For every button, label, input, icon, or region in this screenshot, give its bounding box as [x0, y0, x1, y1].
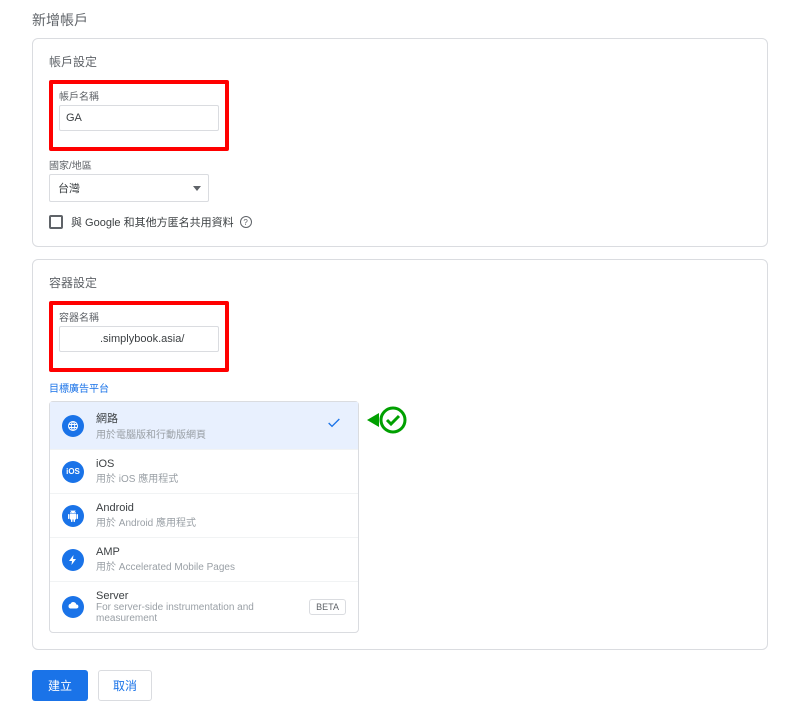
container-name-highlight: 容器名稱 [49, 301, 229, 372]
android-icon [62, 505, 84, 527]
platform-item-ios[interactable]: iOS iOS 用於 iOS 應用程式 [50, 450, 358, 494]
container-name-input[interactable] [59, 326, 219, 352]
target-platform-link[interactable]: 目標廣告平台 [49, 380, 751, 395]
account-name-input[interactable] [59, 105, 219, 131]
annotation-check-icon [367, 405, 411, 435]
check-icon [326, 415, 342, 436]
country-value: 台灣 [58, 180, 80, 196]
platform-item-web[interactable]: 網路 用於電腦版和行動版網頁 [50, 402, 358, 450]
container-name-label: 容器名稱 [59, 309, 219, 324]
platform-item-server[interactable]: Server For server-side instrumentation a… [50, 582, 358, 632]
share-data-checkbox[interactable] [49, 215, 63, 229]
platform-desc: 用於電腦版和行動版網頁 [96, 426, 346, 441]
account-name-highlight: 帳戶名稱 [49, 80, 229, 151]
account-section-title: 帳戶設定 [49, 53, 751, 70]
cancel-button[interactable]: 取消 [98, 670, 152, 701]
web-icon [62, 415, 84, 437]
country-label: 國家/地區 [49, 157, 751, 172]
ios-icon: iOS [62, 461, 84, 483]
platform-desc: 用於 Android 應用程式 [96, 514, 346, 529]
account-name-label: 帳戶名稱 [59, 88, 219, 103]
footer-actions: 建立 取消 [0, 662, 800, 709]
help-icon[interactable]: ? [240, 216, 252, 228]
platform-name: AMP [96, 546, 346, 558]
platform-list: 網路 用於電腦版和行動版網頁 iOS iOS 用於 iOS 應用程式 [49, 401, 359, 633]
container-section-title: 容器設定 [49, 274, 751, 291]
platform-name: Server [96, 590, 301, 602]
account-settings-card: 帳戶設定 帳戶名稱 國家/地區 台灣 與 Google 和其他方匿名共用資料 ? [32, 38, 768, 247]
country-select[interactable]: 台灣 [49, 174, 209, 202]
platform-desc: 用於 iOS 應用程式 [96, 470, 346, 485]
server-icon [62, 596, 84, 618]
container-settings-card: 容器設定 容器名稱 目標廣告平台 網路 用於電腦版和行動版網頁 [32, 259, 768, 650]
page-title: 新增帳戶 [0, 0, 800, 38]
amp-icon [62, 549, 84, 571]
beta-badge: BETA [309, 599, 346, 615]
platform-item-amp[interactable]: AMP 用於 Accelerated Mobile Pages [50, 538, 358, 582]
platform-name: iOS [96, 458, 346, 470]
create-button[interactable]: 建立 [32, 670, 88, 701]
share-data-label: 與 Google 和其他方匿名共用資料 [71, 214, 234, 230]
platform-name: Android [96, 502, 346, 514]
platform-name: 網路 [96, 410, 346, 426]
platform-desc: 用於 Accelerated Mobile Pages [96, 558, 346, 573]
platform-item-android[interactable]: Android 用於 Android 應用程式 [50, 494, 358, 538]
platform-desc: For server-side instrumentation and meas… [96, 602, 301, 624]
